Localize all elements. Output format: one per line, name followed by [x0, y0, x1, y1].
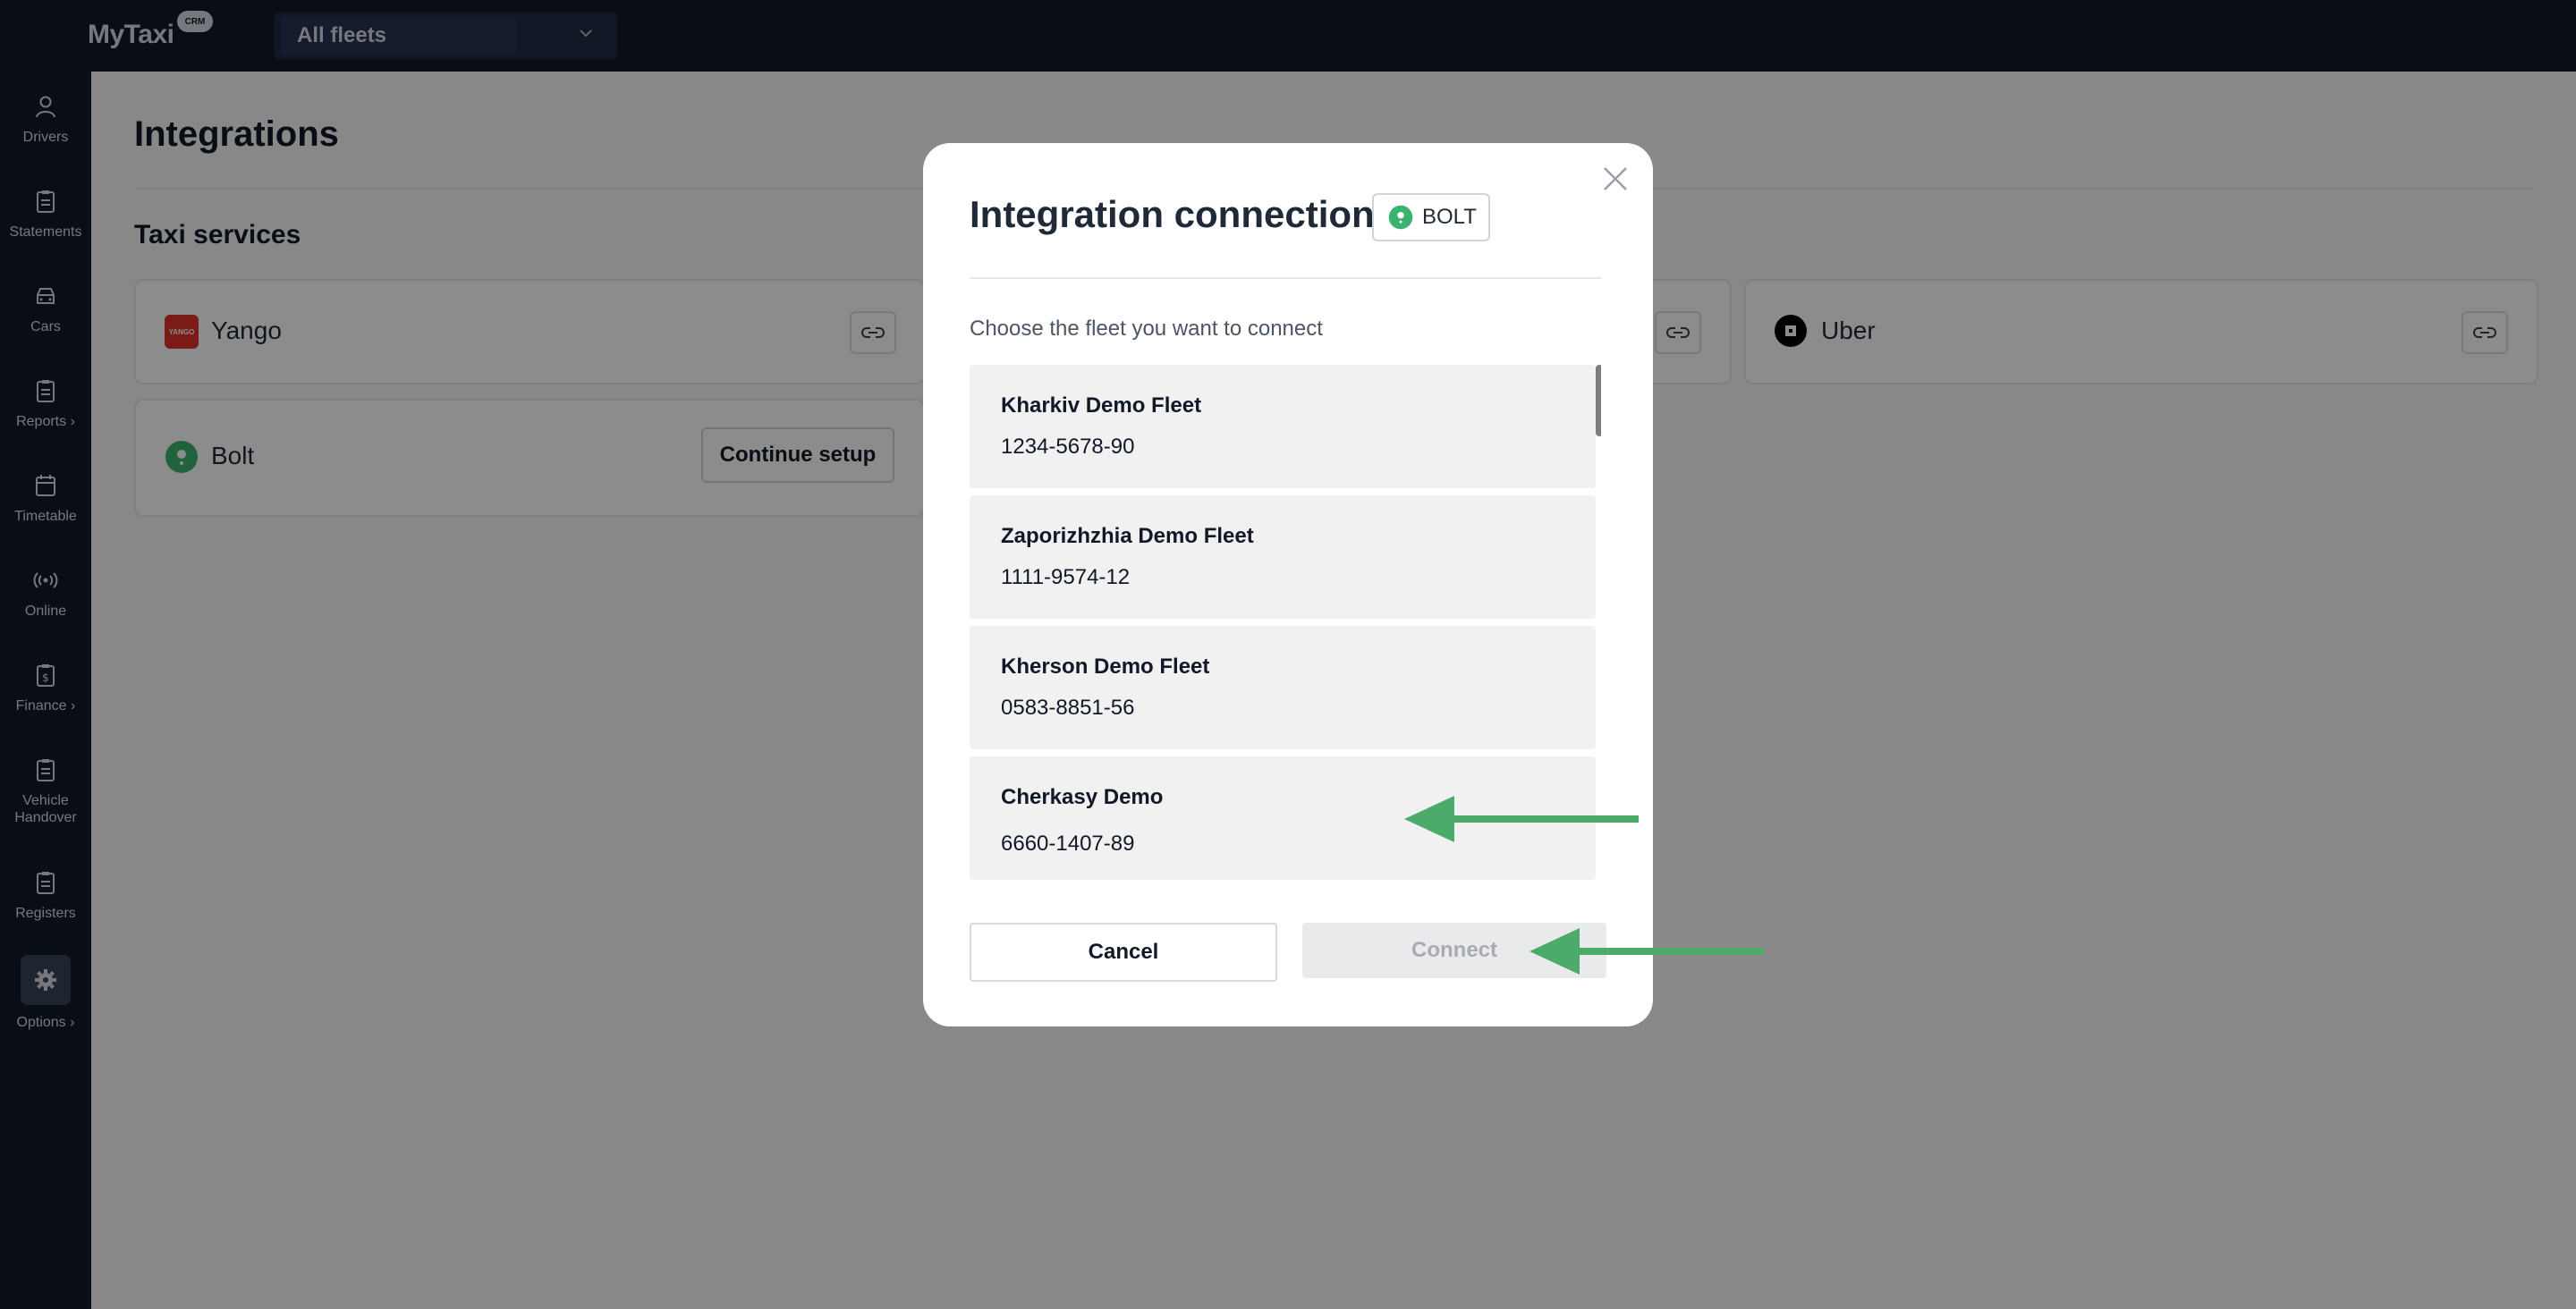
fleet-option[interactable]: Zaporizhzhia Demo Fleet 1111-9574-12	[970, 495, 1596, 619]
provider-badge: BOLT	[1372, 193, 1490, 241]
fleet-code: 1111-9574-12	[1001, 565, 1131, 589]
modal-subtitle: Choose the fleet you want to connect	[970, 317, 1323, 341]
integration-modal: Integration connection BOLT Choose the f…	[923, 143, 1653, 1026]
modal-title: Integration connection	[970, 193, 1375, 235]
fleet-code: 1234-5678-90	[1001, 435, 1135, 459]
provider-badge-label: BOLT	[1422, 205, 1477, 229]
annotation-arrow-icon	[1404, 796, 1639, 842]
fleet-name: Kherson Demo Fleet	[1001, 654, 1210, 679]
fleet-option[interactable]: Kharkiv Demo Fleet 1234-5678-90	[970, 365, 1596, 488]
divider	[970, 277, 1601, 279]
annotation-arrow-icon	[1530, 928, 1764, 975]
scrollbar-thumb[interactable]	[1596, 365, 1601, 436]
cancel-button[interactable]: Cancel	[970, 923, 1277, 982]
close-icon[interactable]	[1599, 163, 1631, 195]
fleet-name: Kharkiv Demo Fleet	[1001, 393, 1202, 418]
fleet-name: Cherkasy Demo	[1001, 785, 1164, 809]
fleet-name: Zaporizhzhia Demo Fleet	[1001, 524, 1254, 548]
fleet-code: 6660-1407-89	[1001, 832, 1135, 856]
fleet-option[interactable]: Kherson Demo Fleet 0583-8851-56	[970, 626, 1596, 749]
fleet-code: 0583-8851-56	[1001, 696, 1135, 720]
bolt-logo-icon	[1388, 205, 1413, 230]
